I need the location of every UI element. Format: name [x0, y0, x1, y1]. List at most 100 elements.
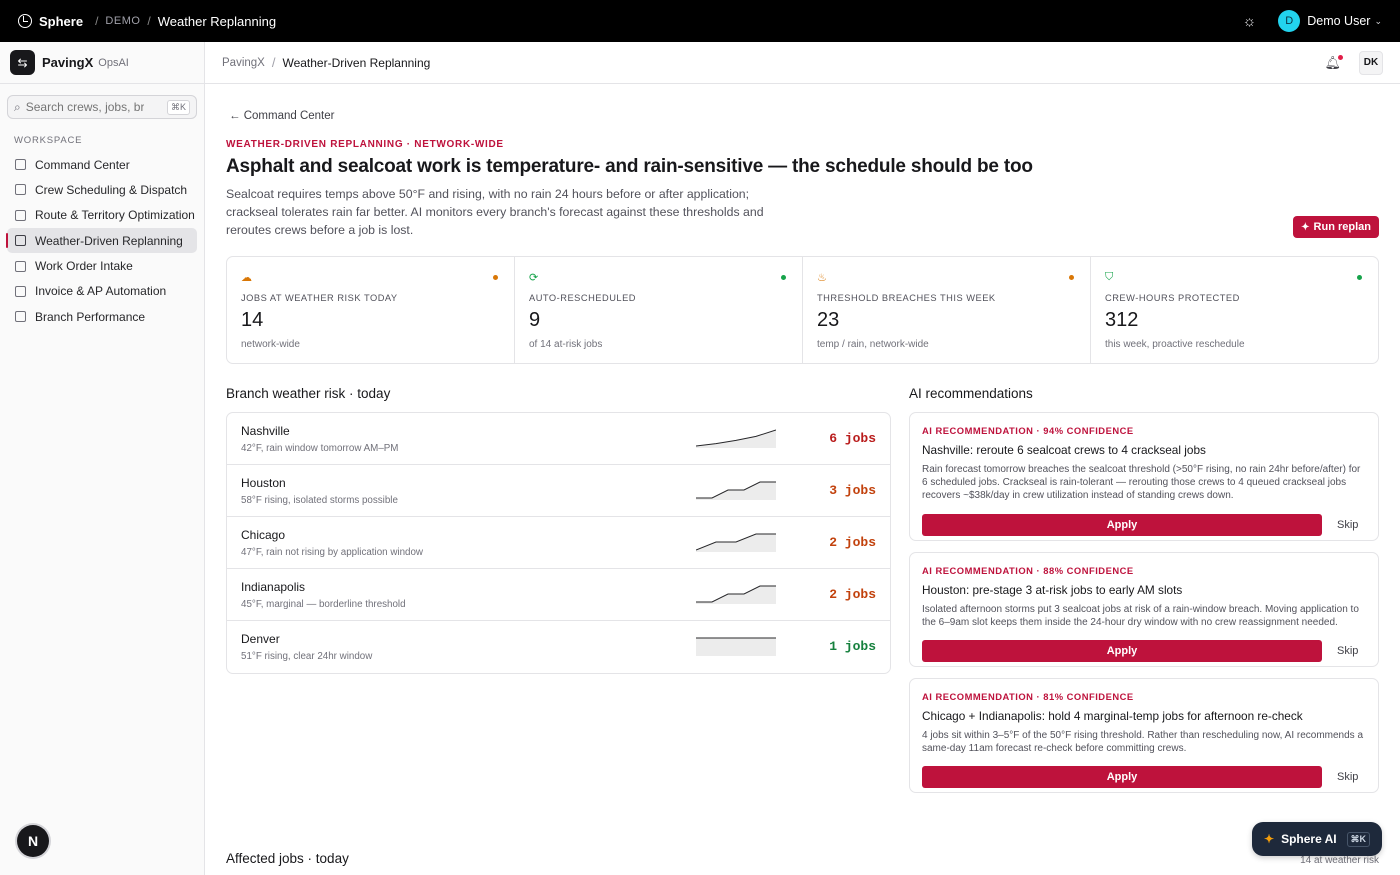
branch-row[interactable]: Nashville 42°F, rain window tomorrow AM–P… [227, 413, 890, 465]
run-replan-button[interactable]: ✦ Run replan [1293, 216, 1379, 238]
skip-button[interactable]: Skip [1337, 645, 1358, 657]
branch-name: Denver [241, 632, 280, 646]
sidebar-item[interactable]: Crew Scheduling & Dispatch [7, 177, 197, 202]
sparkline-area [696, 482, 776, 500]
sparkle-icon: ✦ [1301, 221, 1310, 233]
sidebar-item[interactable]: Invoice & AP Automation [7, 279, 197, 304]
branch-detail: 42°F, rain window tomorrow AM–PM [241, 442, 399, 454]
recommendation-body: Isolated afternoon storms put 3 sealcoat… [922, 603, 1359, 628]
branch-row[interactable]: Indianapolis 45°F, marginal — borderline … [227, 569, 890, 621]
top-bar: Sphere / DEMO / Weather Replanning ☼ D D… [0, 0, 1400, 42]
stat-label: JOBS AT WEATHER RISK TODAY [241, 293, 398, 303]
branch-info: Indianapolis 45°F, marginal — borderline … [241, 580, 406, 610]
branch-job-count: 2 jobs [829, 587, 876, 602]
run-replan-label: Run replan [1313, 221, 1371, 233]
recommendation-card: AI RECOMMENDATION · 81% CONFIDENCE Chicag… [909, 678, 1379, 794]
search-input[interactable] [25, 100, 144, 114]
branch-job-count: 2 jobs [829, 535, 876, 550]
page-eyebrow: WEATHER-DRIVEN REPLANNING · NETWORK-WIDE [226, 139, 504, 150]
app-subtitle: OpsAI [98, 56, 129, 69]
recommendation-confidence: AI RECOMMENDATION · 88% CONFIDENCE [922, 564, 1134, 576]
branch-name: Indianapolis [241, 579, 306, 594]
breadcrumb-separator: / [271, 55, 276, 70]
sidebar-item[interactable]: Work Order Intake [7, 254, 197, 279]
stat-card: ⛉ CREW-HOURS PROTECTED 312 this week, proac… [1091, 257, 1378, 363]
avatar[interactable]: D [1278, 10, 1301, 32]
breadcrumb-parent[interactable]: PavingX [222, 57, 265, 69]
sidebar-item[interactable]: Command Center [7, 152, 197, 177]
shield-check-icon: ⛉ [1105, 271, 1114, 283]
branch-detail: 47°F, rain not rising by application win… [241, 546, 423, 558]
search-box[interactable]: ⌕ ⌘K [7, 95, 197, 119]
sidebar-item-label: Branch Performance [35, 309, 146, 324]
workspace-label[interactable]: DEMO [105, 15, 140, 27]
sidebar-item[interactable]: Branch Performance [7, 304, 197, 329]
invoice-icon [15, 285, 26, 297]
branch-detail: 51°F rising, clear 24hr window [241, 651, 373, 662]
sphere-logo-icon [18, 14, 32, 28]
stat-subtext: this week, proactive reschedule [1105, 339, 1245, 350]
route-icon [15, 209, 26, 221]
branch-detail: 58°F rising, isolated storms possible [241, 494, 398, 506]
apply-button[interactable]: Apply [922, 766, 1322, 789]
stat-card: ♨ THRESHOLD BREACHES THIS WEEK 23 temp / ra… [803, 257, 1091, 363]
branch-row[interactable]: Chicago 47°F, rain not rising by applicat… [227, 517, 890, 569]
branch-row[interactable]: Denver 51°F rising, clear 24hr window 1 jo… [227, 621, 890, 673]
sparkle-icon: ✦ [1264, 832, 1275, 846]
app-logo-icon: ⇆ [10, 50, 35, 75]
main-area: PavingX / Weather-Driven Replanning 🔔︎ D… [205, 42, 1400, 875]
bell-icon[interactable]: 🔔︎ [1324, 54, 1343, 71]
sparkline-area [696, 430, 776, 448]
apply-button[interactable]: Apply [922, 640, 1322, 663]
breadcrumb-separator: / [95, 14, 99, 28]
skip-button[interactable]: Skip [1337, 519, 1358, 531]
branch-info: Houston 58°F rising, isolated storms poss… [241, 476, 398, 506]
branch-name: Houston [241, 475, 286, 490]
recommendation-body: 4 jobs sit within 3–5°F of the 50°F risi… [922, 730, 1364, 755]
arrow-left-icon: ← [229, 110, 244, 122]
dev-badge[interactable]: N [17, 825, 49, 857]
page-description: Sealcoat requires temps above 50°F and r… [226, 187, 764, 237]
stat-subtext: of 14 at-risk jobs [529, 339, 603, 350]
branch-sparkline [696, 429, 776, 448]
recommendation-confidence: AI RECOMMENDATION · 81% CONFIDENCE [922, 691, 1134, 703]
stat-card: ☁ JOBS AT WEATHER RISK TODAY 14 network-wid… [227, 257, 515, 363]
stat-value: 23 [817, 309, 840, 331]
sidebar-item-label: Work Order Intake [35, 259, 133, 274]
skip-button[interactable]: Skip [1337, 771, 1358, 783]
recommendation-title: Nashville: reroute 6 sealcoat crews to 4… [922, 443, 1206, 457]
theme-toggle-icon[interactable]: ☼ [1242, 13, 1256, 30]
recommendation-list: AI RECOMMENDATION · 94% CONFIDENCE Nashvi… [909, 412, 1379, 804]
recommendation-card: AI RECOMMENDATION · 94% CONFIDENCE Nashvi… [909, 412, 1379, 541]
cloud-rain-icon: ☁ [241, 272, 252, 284]
brand-name[interactable]: Sphere [39, 14, 83, 29]
sidebar-item-label: Crew Scheduling & Dispatch [35, 182, 188, 197]
branch-info: Chicago 47°F, rain not rising by applicat… [241, 528, 423, 558]
breadcrumb-current: Weather-Driven Replanning [282, 55, 431, 70]
apply-button[interactable]: Apply [922, 513, 1322, 536]
inbox-icon [15, 260, 26, 272]
user-name[interactable]: Demo User [1307, 14, 1370, 28]
search-icon: ⌕ [14, 99, 21, 114]
branch-row[interactable]: Houston 58°F rising, isolated storms poss… [227, 465, 890, 517]
sidebar-item-label: Command Center [35, 157, 130, 172]
sphere-ai-shortcut: ⌘K [1346, 831, 1370, 847]
stat-label: CREW-HOURS PROTECTED [1105, 293, 1240, 303]
back-link-label: Command Center [243, 110, 335, 122]
branch-job-count: 6 jobs [829, 431, 876, 446]
recommendation-title: Chicago + Indianapolis: hold 4 marginal-… [922, 709, 1303, 724]
sidebar-item[interactable]: Weather-Driven Replanning [6, 228, 197, 254]
chevron-down-icon[interactable]: ⌄ [1374, 16, 1382, 27]
user-avatar[interactable]: DK [1359, 50, 1383, 75]
stat-label: AUTO-RESCHEDULED [529, 293, 637, 303]
back-link[interactable]: ← Command Center [229, 110, 334, 122]
sidebar: ⇆ PavingX OpsAI ⌕ ⌘K WORKSPACE Command C… [0, 42, 205, 875]
sidebar-nav: Command Center Crew Scheduling & Dispatch… [0, 152, 204, 329]
sidebar-item-label: Invoice & AP Automation [35, 284, 167, 299]
recommendation-body: Rain forecast tomorrow breaches the seal… [922, 464, 1361, 502]
breadcrumb-separator: / [147, 14, 151, 28]
search-shortcut: ⌘K [166, 99, 190, 115]
sidebar-item[interactable]: Route & Territory Optimization [7, 203, 197, 228]
sphere-ai-button[interactable]: ✦ Sphere AI ⌘K [1252, 822, 1382, 856]
status-dot [781, 275, 786, 280]
